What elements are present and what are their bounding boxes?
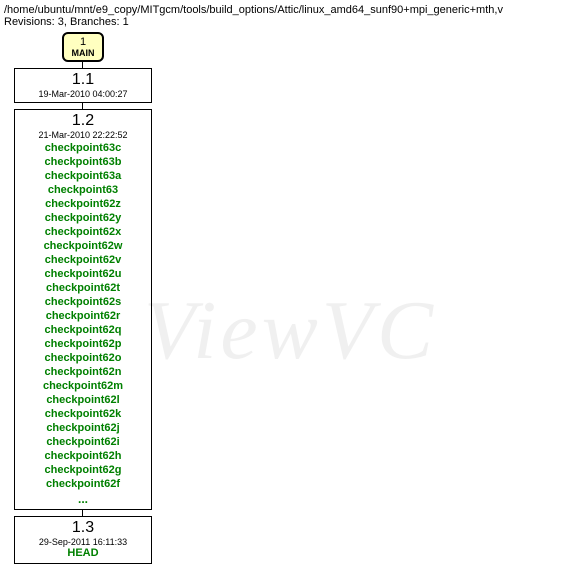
revision-tag: checkpoint63b [44,155,121,169]
branch-label: MAIN [67,48,99,58]
branch-number: 1 [67,36,99,48]
revision-date: 19-Mar-2010 04:00:27 [15,89,151,99]
revision-tag: checkpoint62o [44,351,121,365]
revision-tag: checkpoint62v [45,253,121,267]
revision-tag: checkpoint62k [45,407,121,421]
revision-tag: checkpoint62i [46,435,119,449]
revision-tag: checkpoint62h [44,449,121,463]
revision-tag: checkpoint62w [44,239,123,253]
revision-tag: checkpoint62y [45,211,121,225]
revision-number: 1.2 [15,112,151,130]
revisions-summary: Revisions: 3, Branches: 1 [4,16,580,28]
revision-tag: checkpoint62u [44,267,121,281]
revision-tag: checkpoint62j [46,421,119,435]
branch-main-node: 1 MAIN [62,32,104,62]
revision-head-label: HEAD [15,547,151,560]
file-path: /home/ubuntu/mnt/e9_copy/MITgcm/tools/bu… [4,4,580,16]
revision-tags: checkpoint63ccheckpoint63bcheckpoint63ac… [15,141,151,491]
revision-number: 1.1 [15,71,151,89]
revision-tag: checkpoint62x [45,225,121,239]
revision-graph: ViewVC 1 MAIN 1.119-Mar-2010 04:00:271.2… [4,32,204,564]
revision-tag: checkpoint62n [44,365,121,379]
revision-tag: checkpoint62p [44,337,121,351]
revision-tag: checkpoint62t [46,281,120,295]
revision-tag: checkpoint63c [45,141,121,155]
revision-tag: checkpoint62l [46,393,119,407]
revision-node: 1.221-Mar-2010 22:22:52checkpoint63cchec… [14,109,152,510]
revision-tag: checkpoint62r [46,309,121,323]
revision-tag: checkpoint62s [45,295,121,309]
revision-tag: checkpoint62g [44,463,121,477]
revision-tag: checkpoint62m [43,379,123,393]
revision-tag: checkpoint62f [46,477,120,491]
revision-date: 21-Mar-2010 22:22:52 [15,130,151,140]
revision-number: 1.3 [15,519,151,537]
tags-ellipsis: ... [15,492,151,506]
revision-date: 29-Sep-2011 16:11:33 [15,537,151,547]
revision-tag: checkpoint62q [44,323,121,337]
revision-tag: checkpoint62z [45,197,121,211]
revision-tag: checkpoint63a [45,169,121,183]
revision-node: 1.119-Mar-2010 04:00:27 [14,68,152,103]
revision-node: 1.329-Sep-2011 16:11:33HEAD [14,516,152,564]
revision-tag: checkpoint63 [48,183,118,197]
